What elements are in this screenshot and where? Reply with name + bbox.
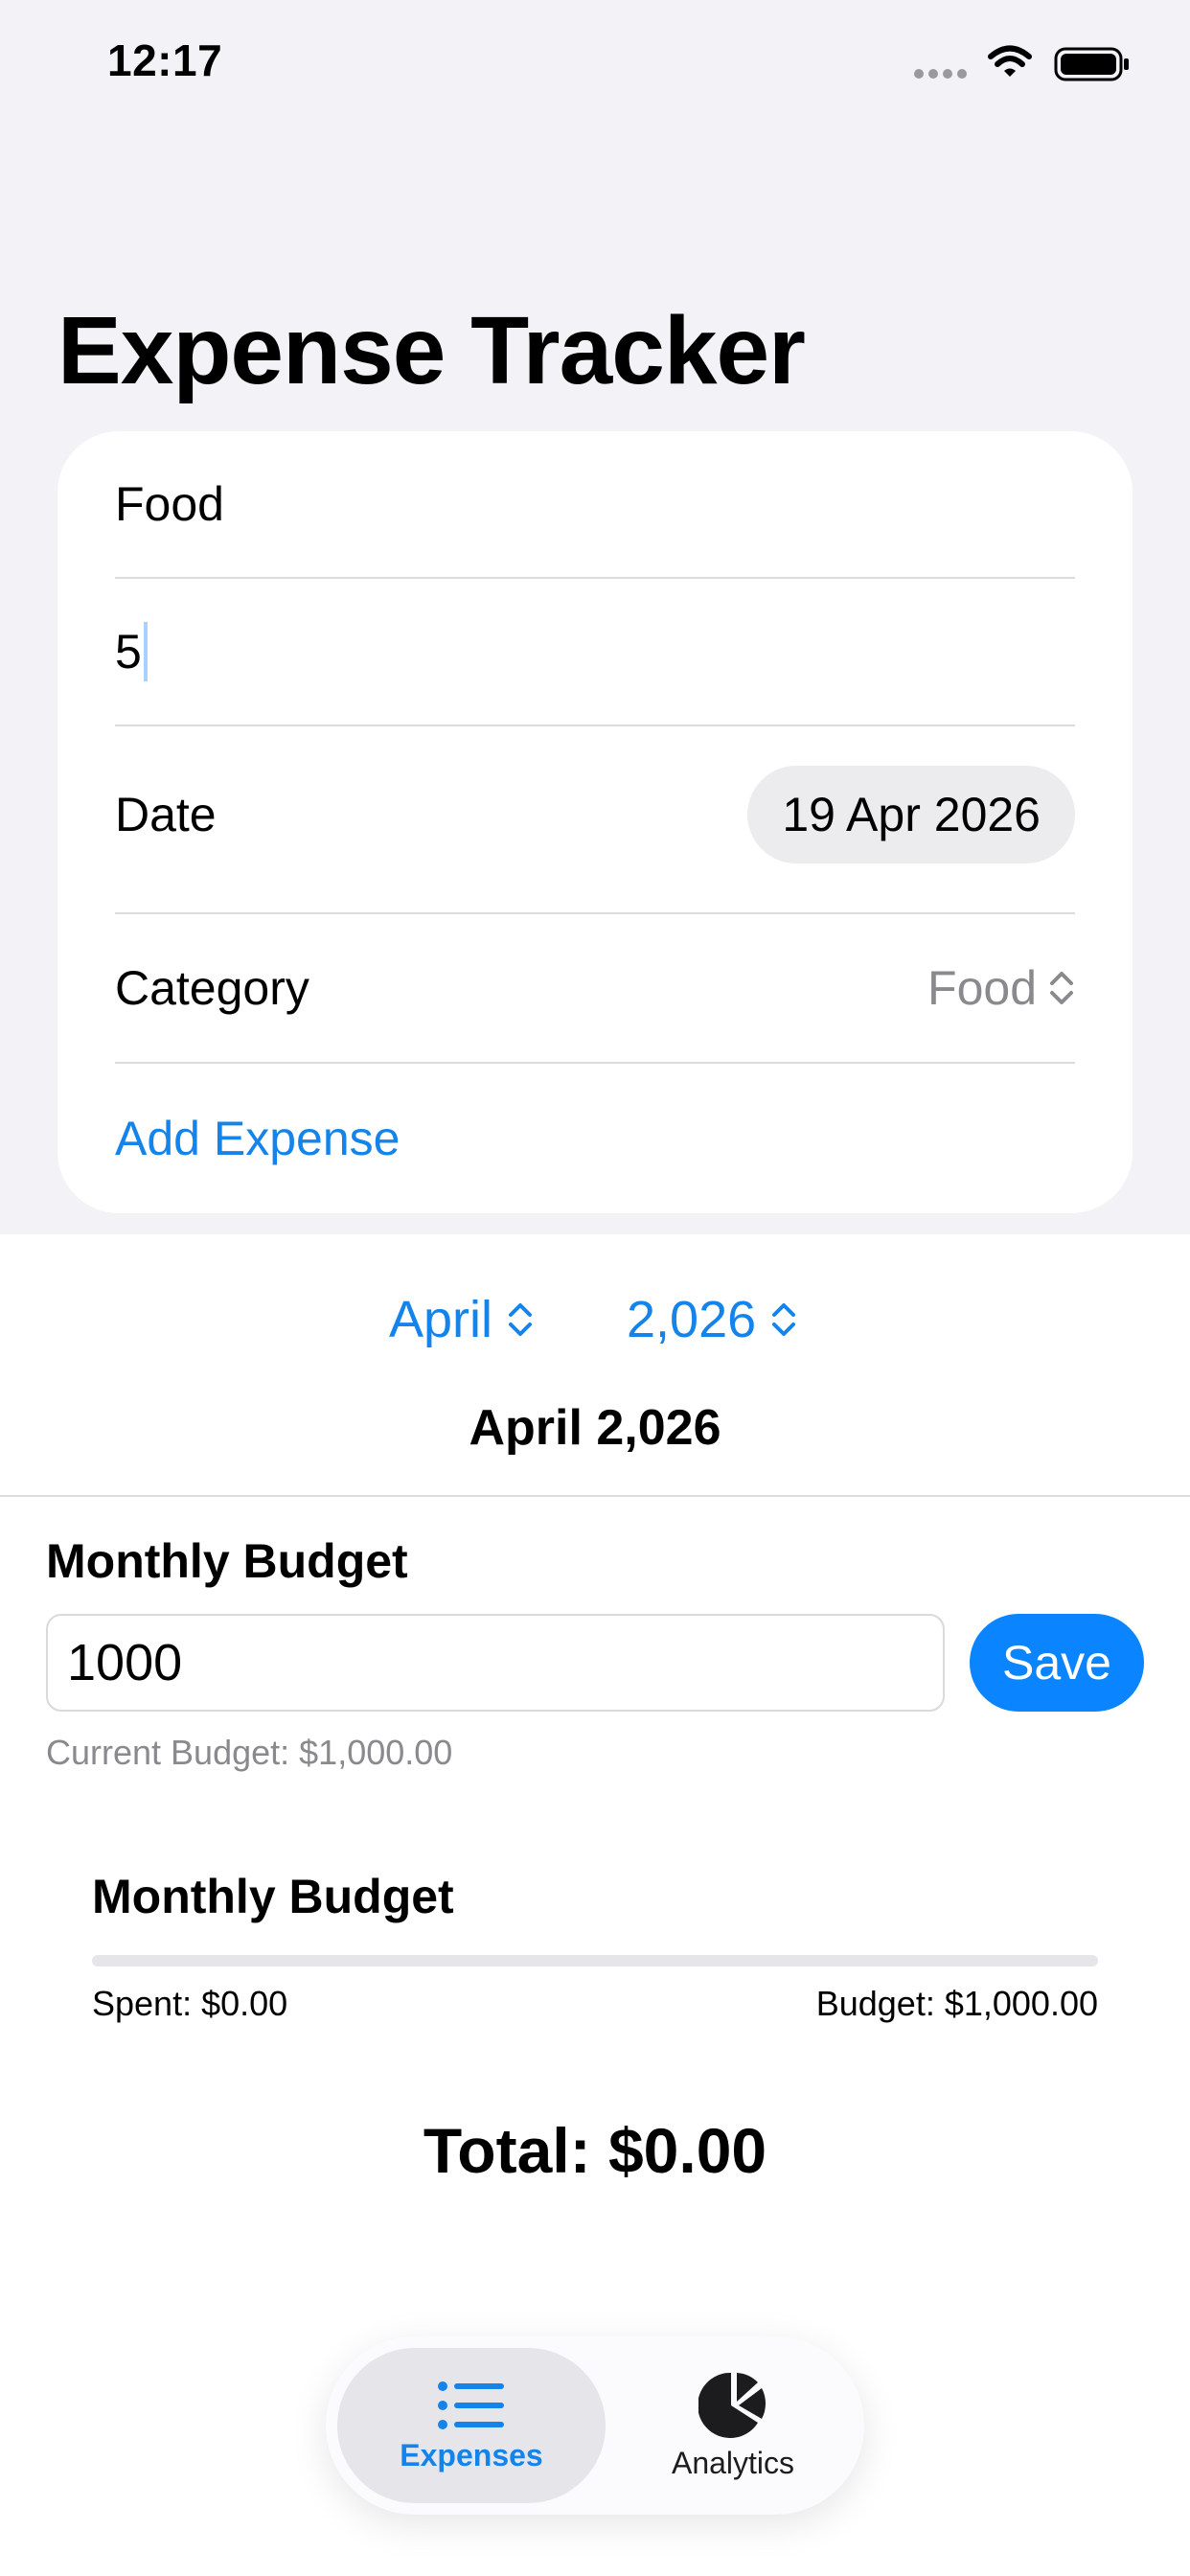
expense-amount-value: 5: [115, 625, 142, 678]
category-label: Category: [115, 961, 309, 1015]
tab-analytics-label: Analytics: [671, 2445, 795, 2480]
tab-bar: Expenses Analytics: [326, 2336, 864, 2515]
month-value: April: [389, 1291, 493, 1348]
expense-form-card: Food 5 Date 19 Apr 2026 Category Food Ad…: [57, 431, 1133, 1213]
budget-input-value: 1000: [67, 1634, 183, 1691]
budget-progress-bar: [92, 1955, 1098, 1966]
tab-expenses-label: Expenses: [400, 2437, 543, 2472]
category-row[interactable]: Category Food: [115, 914, 1075, 1062]
text-cursor: [143, 622, 148, 681]
tab-expenses[interactable]: Expenses: [337, 2348, 606, 2503]
chevron-up-down-icon: [1050, 972, 1073, 1004]
status-time: 12:17: [107, 35, 223, 85]
tab-analytics[interactable]: Analytics: [613, 2348, 853, 2503]
save-budget-button[interactable]: Save: [970, 1614, 1144, 1712]
budget-input[interactable]: 1000: [46, 1614, 945, 1712]
budget-heading: Monthly Budget: [46, 1534, 408, 1588]
battery-icon: [1054, 47, 1129, 81]
date-row: Date 19 Apr 2026: [115, 726, 1075, 903]
budget-total-label: Budget: $1,000.00: [815, 1984, 1098, 2023]
expense-name-field[interactable]: Food: [115, 431, 1075, 577]
category-picker[interactable]: Food: [927, 960, 1075, 1016]
month-picker[interactable]: April: [389, 1290, 535, 1349]
year-picker[interactable]: 2,026: [627, 1290, 798, 1349]
spent-label: Spent: $0.00: [92, 1984, 288, 2023]
chevron-up-down-icon: [509, 1303, 533, 1336]
date-label: Date: [115, 788, 217, 841]
pie-chart-icon: [698, 2372, 766, 2438]
date-picker-button[interactable]: 19 Apr 2026: [747, 766, 1075, 863]
cellular-signal-icon: [914, 69, 970, 79]
chevron-up-down-icon: [772, 1303, 796, 1336]
page-title: Expense Tracker: [57, 297, 806, 404]
category-value: Food: [927, 961, 1037, 1015]
add-expense-button[interactable]: Add Expense: [115, 1111, 400, 1166]
expense-name-value: Food: [115, 477, 224, 531]
year-value: 2,026: [627, 1291, 757, 1348]
progress-heading: Monthly Budget: [92, 1870, 454, 1923]
list-icon: [438, 2380, 504, 2429]
total-label: Total: $0.00: [423, 2115, 767, 2186]
add-expense-row: Add Expense: [115, 1064, 1075, 1213]
expense-amount-field[interactable]: 5: [115, 579, 1075, 724]
divider: [0, 1495, 1190, 1497]
wifi-icon: [988, 45, 1032, 77]
selected-period-label: April 2,026: [469, 1400, 721, 1456]
current-budget-text: Current Budget: $1,000.00: [46, 1733, 453, 1772]
